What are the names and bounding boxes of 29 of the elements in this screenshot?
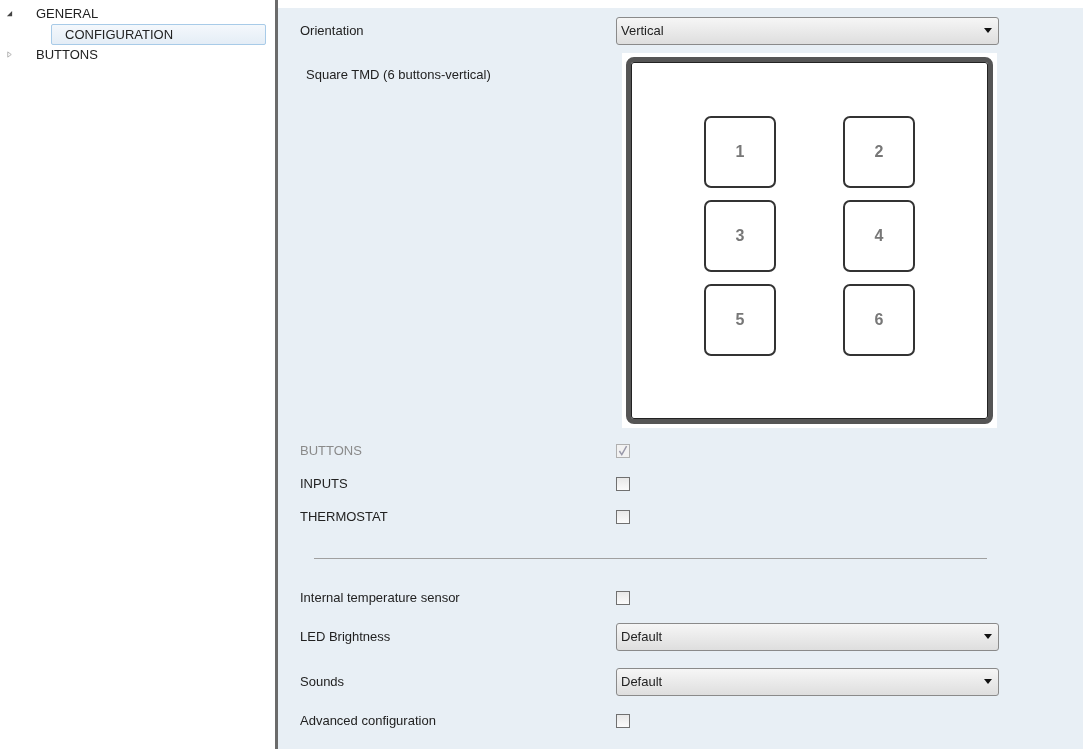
setting-label: Internal temperature sensor (300, 590, 461, 605)
tree-item[interactable]: BUTTONS (33, 47, 101, 62)
caret-icon (984, 679, 992, 684)
tree-item[interactable]: CONFIGURATION (51, 23, 266, 45)
checkbox[interactable] (616, 713, 630, 728)
device-key: 5 (704, 284, 776, 356)
setting-label: Square TMD (6 buttons-vertical) (305, 66, 492, 82)
setting-label: LED Brightness (300, 629, 392, 644)
dropdown[interactable]: Vertical (616, 16, 999, 45)
tree-item[interactable]: GENERAL (33, 6, 102, 21)
device-key: 2 (843, 116, 915, 188)
checkbox[interactable] (616, 509, 630, 524)
setting-label: INPUTS (300, 476, 349, 491)
checkbox[interactable] (616, 476, 630, 491)
device-key: 6 (843, 284, 915, 356)
device-key: 1 (704, 116, 776, 188)
caret-icon (984, 634, 992, 639)
expander-icon[interactable] (6, 10, 13, 17)
setting-label: BUTTONS (300, 443, 363, 458)
device-key: 3 (704, 200, 776, 272)
setting-label: Orientation (300, 23, 365, 38)
caret-icon (984, 28, 992, 33)
dropdown[interactable]: Default (616, 622, 999, 651)
setting-label: Advanced configuration (300, 713, 437, 728)
setting-label: THERMOSTAT (300, 509, 389, 524)
dropdown[interactable]: Default (616, 667, 999, 696)
device-key: 4 (843, 200, 915, 272)
setting-label: Sounds (300, 674, 346, 689)
checkbox[interactable] (616, 590, 630, 605)
